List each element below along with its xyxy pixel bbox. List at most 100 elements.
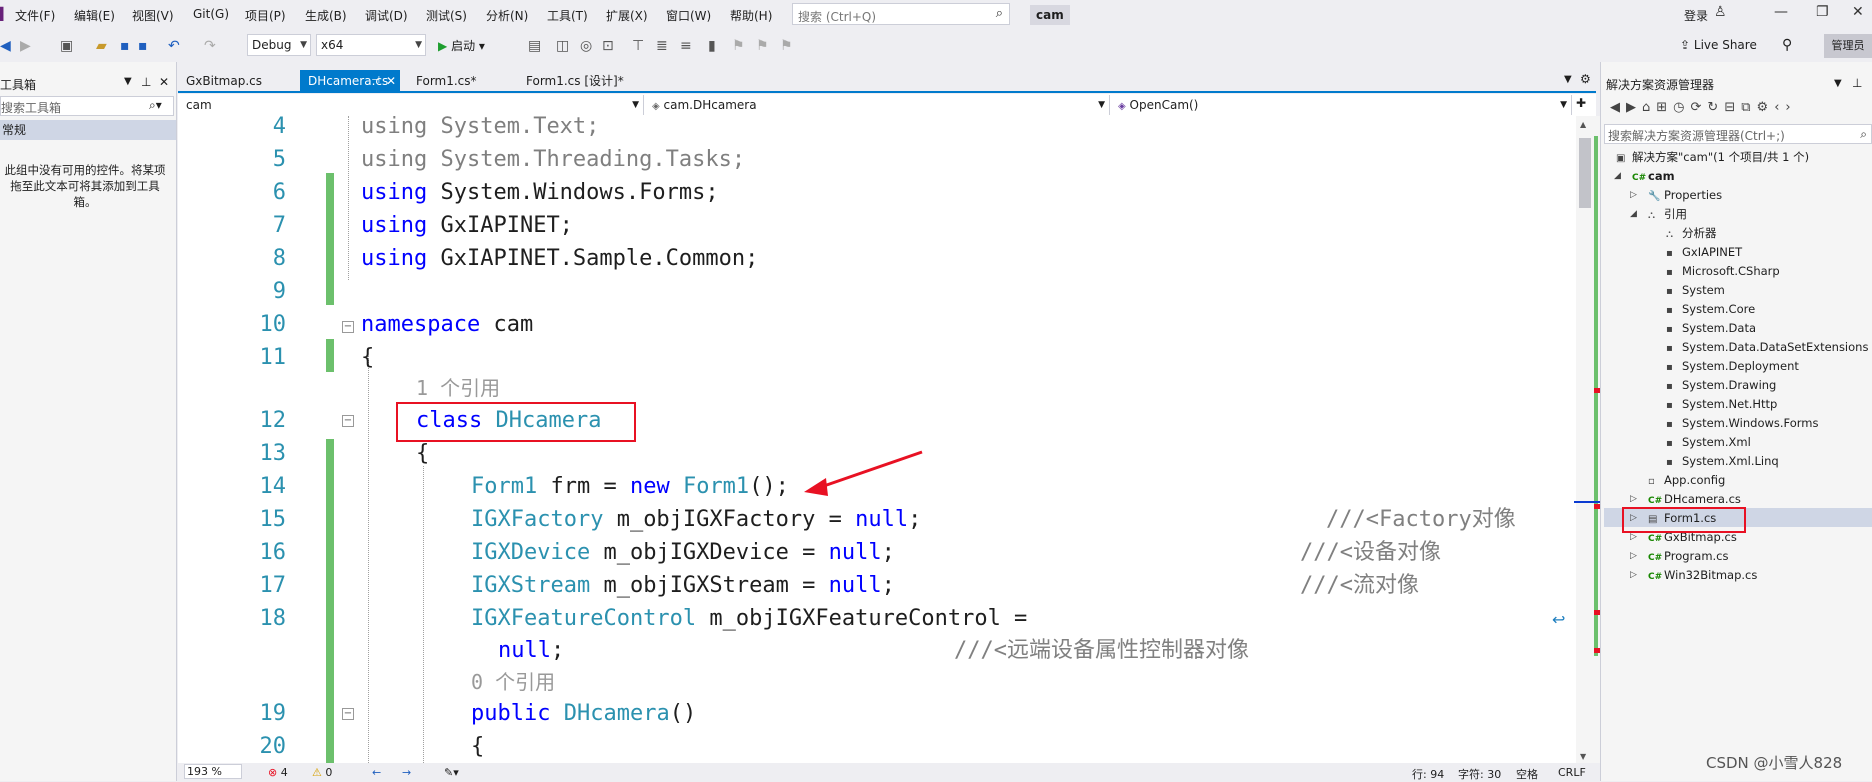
tree-label: 引用 — [1664, 207, 1687, 221]
collapse-arrow-icon[interactable]: ▷ — [1630, 547, 1637, 566]
vertical-scrollbar[interactable] — [1576, 116, 1594, 763]
tree-label: Microsoft.CSharp — [1682, 264, 1780, 278]
tree-file-item[interactable]: ▷ C# Program.cs — [1630, 547, 1729, 566]
tree-label: System.Data.DataSetExtensions — [1682, 340, 1869, 354]
assembly-icon: ▪ — [1666, 362, 1673, 373]
line-indicator[interactable]: 行: 94 — [1412, 766, 1444, 782]
tree-label: GxIAPINET — [1682, 245, 1743, 259]
solution-icon: ▣ — [1616, 153, 1626, 164]
scroll-down-icon[interactable]: ▼ — [1580, 752, 1586, 761]
expand-icon[interactable]: ◢ — [1614, 167, 1621, 186]
tree-label: System.Xml.Linq — [1682, 454, 1779, 468]
tree-label: 分析器 — [1682, 226, 1717, 240]
tree-reference-item[interactable]: ▪ System.Core — [1666, 300, 1755, 319]
assembly-icon: ▪ — [1666, 305, 1673, 316]
tree-label: cam — [1648, 169, 1675, 183]
tree-label: System.Xml — [1682, 435, 1751, 449]
tree-reference-item[interactable]: ⛬ 分析器 — [1666, 224, 1717, 243]
tree-solution[interactable]: ▣ 解决方案"cam"(1 个项目/共 1 个) — [1616, 148, 1809, 167]
nav-back-icon[interactable]: ← — [372, 766, 381, 779]
search-icon: ⌕ — [1860, 127, 1867, 141]
tree-reference-item[interactable]: ▪ System.Deployment — [1666, 357, 1799, 376]
tree-reference-item[interactable]: ▪ System.Xml.Linq — [1666, 452, 1779, 471]
tree-label: System.Core — [1682, 302, 1756, 316]
assembly-icon: ▪ — [1666, 457, 1673, 468]
assembly-icon: ▪ — [1666, 381, 1673, 392]
highlight-box — [396, 402, 636, 442]
dropdown-icon[interactable]: ▼ — [1834, 78, 1842, 89]
tree-label: System.Deployment — [1682, 359, 1799, 373]
warning-icon: ⚠ — [312, 766, 322, 779]
expand-icon[interactable]: ◢ — [1630, 205, 1637, 224]
tree-label: System — [1682, 283, 1725, 297]
tree-reference-item[interactable]: ▪ GxIAPINET — [1666, 243, 1742, 262]
references-icon: ⛬ — [1648, 210, 1655, 221]
column-indicator[interactable]: 字符: 30 — [1458, 766, 1501, 782]
assembly-icon: ▪ — [1666, 324, 1673, 335]
tree-file-item[interactable]: ▫ App.config — [1648, 471, 1725, 490]
error-count[interactable]: ⊗ 4 — [268, 766, 288, 779]
home-icon[interactable]: ⌂ — [1642, 100, 1656, 115]
back-icon[interactable]: ◀ — [1610, 100, 1626, 115]
editor-status-bar: 193 % ⊗ 4 ⚠ 0 ← → ✎▾ 行: 94 字符: 30 空格 CRL… — [178, 763, 1596, 781]
tree-reference-item[interactable]: ▪ System — [1666, 281, 1725, 300]
line-ending-indicator[interactable]: CRLF — [1558, 766, 1586, 779]
assembly-icon: ▪ — [1666, 438, 1673, 449]
wrench-icon: 🔧 — [1648, 191, 1661, 202]
pending-changes-icon[interactable]: ◷ — [1673, 100, 1690, 115]
zoom-value: 193 % — [187, 765, 222, 778]
tree-reference-item[interactable]: ▪ System.Data — [1666, 319, 1756, 338]
assembly-icon: ▪ — [1666, 248, 1673, 259]
tree-label: System.Drawing — [1682, 378, 1777, 392]
watermark: CSDN @小雪人828 — [1706, 754, 1843, 772]
tree-label: App.config — [1664, 473, 1726, 487]
error-count-value: 4 — [280, 766, 288, 779]
pin-icon[interactable]: ⊥ — [1852, 76, 1862, 90]
collapse-icon[interactable]: ⊟ — [1724, 100, 1741, 115]
solution-search-input[interactable]: 搜索解决方案资源管理器(Ctrl+;) ⌕ — [1604, 124, 1872, 144]
collapse-arrow-icon[interactable]: ▷ — [1630, 186, 1637, 205]
scrollbar-thumb[interactable] — [1579, 138, 1591, 208]
warning-count[interactable]: ⚠ 0 — [312, 766, 332, 779]
highlight-box — [1622, 507, 1746, 533]
tree-reference-item[interactable]: ▪ System.Data.DataSetExtensions — [1666, 338, 1868, 357]
tree-reference-item[interactable]: ▪ System.Drawing — [1666, 376, 1776, 395]
tree-reference-item[interactable]: ▪ System.Xml — [1666, 433, 1751, 452]
sync-icon[interactable]: ⟳ — [1691, 100, 1708, 115]
tree-label: System.Data — [1682, 321, 1756, 335]
code-view-icon[interactable]: ‹› — [1774, 100, 1796, 115]
whitespace-indicator[interactable]: 空格 — [1516, 766, 1538, 782]
warning-count-value: 0 — [325, 766, 333, 779]
tree-references[interactable]: ◢ ⛬ 引用 — [1630, 205, 1687, 224]
tree-label: Program.cs — [1664, 549, 1729, 563]
switch-view-icon[interactable]: ⊞ — [1656, 100, 1673, 115]
solution-search-placeholder: 搜索解决方案资源管理器(Ctrl+;) — [1608, 129, 1785, 143]
properties-icon[interactable]: ⚙ — [1757, 100, 1775, 115]
csharp-file-icon: C# — [1648, 572, 1663, 582]
scroll-up-icon[interactable]: ▲ — [1580, 120, 1586, 129]
tree-label: Properties — [1664, 188, 1723, 202]
tree-label: DHcamera.cs — [1664, 492, 1741, 506]
assembly-icon: ▪ — [1666, 400, 1673, 411]
refresh-icon[interactable]: ↻ — [1707, 100, 1724, 115]
zoom-select[interactable]: 193 % — [184, 764, 242, 779]
solution-explorer-toolbar: ◀▶⌂⊞◷⟳↻⊟⧉⚙‹› — [1610, 100, 1797, 115]
tree-reference-item[interactable]: ▪ System.Windows.Forms — [1666, 414, 1819, 433]
config-file-icon: ▫ — [1648, 476, 1655, 487]
forward-icon[interactable]: ▶ — [1626, 100, 1642, 115]
tree-label: Win32Bitmap.cs — [1664, 568, 1758, 582]
tree-file-item[interactable]: ▷ C# Win32Bitmap.cs — [1630, 566, 1757, 585]
tree-reference-item[interactable]: ▪ System.Net.Http — [1666, 395, 1777, 414]
nav-forward-icon[interactable]: → — [402, 766, 411, 779]
solution-explorer-title: 解决方案资源管理器 — [1606, 78, 1715, 92]
analyzer-icon: ⛬ — [1666, 229, 1673, 240]
assembly-icon: ▪ — [1666, 267, 1673, 278]
brush-icon[interactable]: ✎▾ — [444, 766, 459, 779]
tree-reference-item[interactable]: ▪ Microsoft.CSharp — [1666, 262, 1780, 281]
tree-label: 解决方案"cam"(1 个项目/共 1 个) — [1632, 150, 1810, 164]
tree-properties[interactable]: ▷ 🔧 Properties — [1630, 186, 1722, 205]
tree-project[interactable]: ◢ C# cam — [1614, 167, 1675, 186]
tree-label: System.Windows.Forms — [1682, 416, 1819, 430]
collapse-arrow-icon[interactable]: ▷ — [1630, 566, 1637, 585]
show-all-files-icon[interactable]: ⧉ — [1741, 100, 1756, 115]
